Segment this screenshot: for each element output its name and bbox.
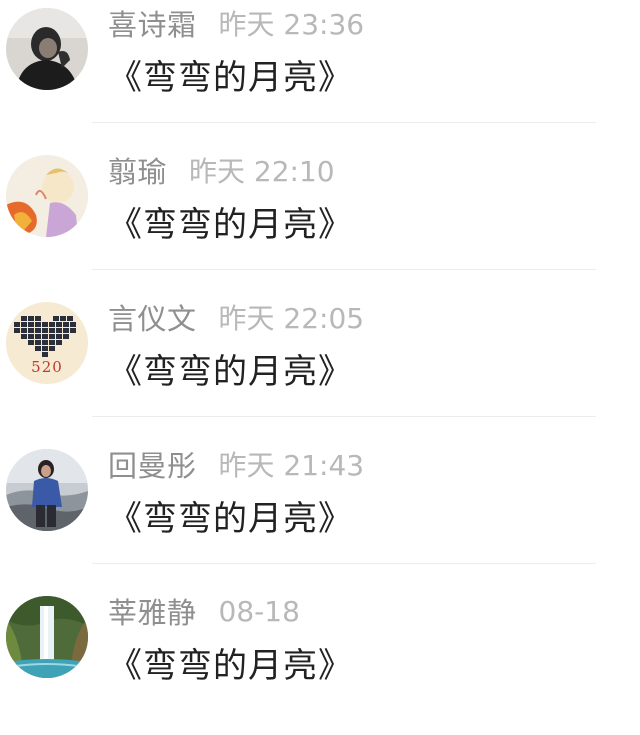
username[interactable]: 喜诗霜 [108, 2, 197, 44]
username[interactable]: 回曼彤 [108, 443, 197, 485]
comment-item[interactable]: 莘雅静 08-18 《弯弯的月亮》 [0, 588, 640, 735]
avatar-caption: 520 [31, 358, 63, 376]
avatar-waterfall-icon [6, 596, 88, 678]
timestamp: 昨天 23:36 [218, 8, 365, 41]
comment-meta: 回曼彤 昨天 21:43 [108, 441, 364, 487]
comment-text: 《弯弯的月亮》 [108, 646, 353, 686]
comment-item[interactable]: 回曼彤 昨天 21:43 《弯弯的月亮》 [0, 441, 640, 588]
avatar[interactable] [6, 449, 88, 531]
comment-item[interactable]: 言仪文 昨天 22:05 《弯弯的月亮》 [0, 294, 640, 441]
avatar-illustration-icon [6, 155, 88, 237]
comment-text: 《弯弯的月亮》 [108, 205, 353, 245]
comment-text: 《弯弯的月亮》 [108, 352, 353, 392]
username[interactable]: 莘雅静 [108, 590, 197, 632]
timestamp: 昨天 22:05 [218, 302, 365, 335]
comment-meta: 莘雅静 08-18 [108, 588, 300, 634]
divider [92, 563, 596, 564]
comment-item[interactable]: 喜诗霜 昨天 23:36 《弯弯的月亮》 [0, 0, 640, 147]
comment-meta: 翦瑜 昨天 22:10 [108, 147, 335, 193]
comment-list: 喜诗霜 昨天 23:36 《弯弯的月亮》 翦瑜 昨天 22:10 《弯弯的月亮》 [0, 0, 640, 714]
divider [92, 269, 596, 270]
timestamp: 昨天 21:43 [218, 449, 365, 482]
username[interactable]: 言仪文 [108, 296, 197, 338]
comment-meta: 言仪文 昨天 22:05 [108, 294, 364, 340]
avatar[interactable] [6, 155, 88, 237]
divider [92, 416, 596, 417]
comment-item[interactable]: 翦瑜 昨天 22:10 《弯弯的月亮》 [0, 147, 640, 294]
avatar[interactable] [6, 596, 88, 678]
avatar-person-beach-icon [6, 449, 88, 531]
comment-text: 《弯弯的月亮》 [108, 58, 353, 98]
avatar[interactable] [6, 8, 88, 90]
timestamp: 08-18 [218, 594, 300, 628]
comment-meta: 喜诗霜 昨天 23:36 [108, 0, 364, 46]
timestamp: 昨天 22:10 [189, 155, 335, 188]
divider [92, 122, 596, 123]
avatar-person-dark-icon [6, 8, 88, 90]
comment-text: 《弯弯的月亮》 [108, 499, 353, 539]
username[interactable]: 翦瑜 [108, 149, 167, 191]
